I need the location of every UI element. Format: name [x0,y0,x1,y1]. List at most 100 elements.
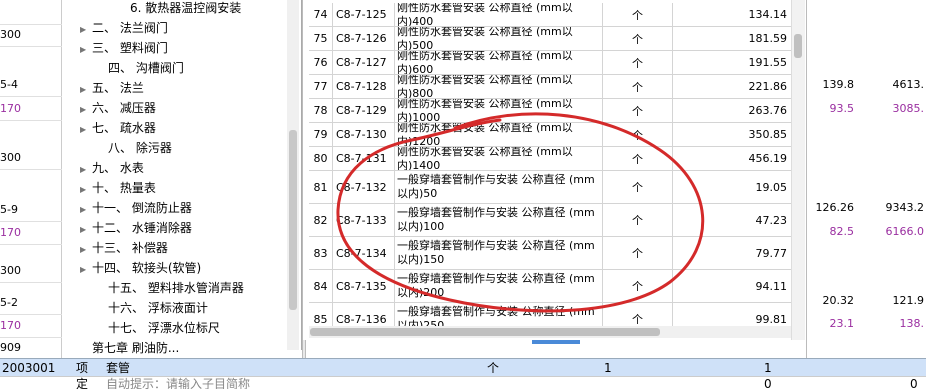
item-qty[interactable]: 1 [604,359,612,377]
right-value-a: 82.5 [829,225,855,238]
tree-node[interactable]: ▶ 三、 塑料阀门 [80,38,168,58]
tree-node[interactable]: ▶ 十三、 补偿器 [80,238,168,258]
tree-node[interactable]: ▶ 二、 法兰阀门 [80,18,168,38]
left-grid-column: 300 5-4 170 300 5-9 170 300 5-2 170 909 [0,0,62,360]
quota-code: C8-7-128 [333,75,395,98]
resize-grip[interactable] [532,340,580,344]
tree-node[interactable]: 6. 散热器温控阀安装 [118,0,241,18]
expand-arrow-icon[interactable]: ▶ [80,20,92,40]
quota-list-hscroll-thumb[interactable] [310,328,660,336]
quota-row[interactable]: 84 C8-7-135 一般穿墙套管制作与安装 公称直径 (mm以内)200 个 94.… [309,270,791,303]
quota-price: 94.11 [755,279,788,293]
expand-arrow-icon[interactable]: ▶ [80,200,92,220]
quota-code: C8-7-132 [333,171,395,203]
tree-node[interactable]: 十六、 浮标液面计 [96,298,208,318]
quota-row[interactable]: 76 C8-7-127 刚性防水套管安装 公称直径 (mm以内)600 个 191.55 [309,51,791,75]
quota-price: 263.76 [748,104,788,117]
right-value-a: 20.32 [822,294,855,307]
row-number: 81 [309,171,333,203]
right-value-a: 23.1 [829,317,855,330]
tree-node[interactable]: ▶ 六、 减压器 [80,98,156,118]
expand-arrow-icon[interactable]: ▶ [80,100,92,120]
sub-item-hint[interactable]: 自动提示：请输入子目简称 [106,377,250,389]
tree-node[interactable]: ▶ 七、 疏水器 [80,118,156,138]
left-cell: 300 [0,258,62,283]
quota-name: 刚性防水套管安装 公称直径 (mm以内)600 [395,51,603,74]
quota-row[interactable]: 77 C8-7-128 刚性防水套管安装 公称直径 (mm以内)800 个 221.86 [309,75,791,99]
row-number: 82 [309,204,333,236]
quota-unit: 个 [603,27,673,50]
row-number: 77 [309,75,333,98]
quota-row[interactable]: 75 C8-7-126 刚性防水套管安装 公称直径 (mm以内)500 个 181.59 [309,27,791,51]
quota-row[interactable]: 79 C8-7-130 刚性防水套管安装 公称直径 (mm以内)1200 个 350.8… [309,123,791,147]
quota-unit: 个 [603,237,673,269]
expand-arrow-icon[interactable]: ▶ [80,120,92,140]
expand-arrow-icon[interactable]: ▶ [80,160,92,180]
quota-row[interactable]: 83 C8-7-134 一般穿墙套管制作与安装 公称直径 (mm以内)150 个 79.… [309,237,791,270]
tree-node[interactable]: ▶ 九、 水表 [80,158,144,178]
tree-node[interactable]: 十五、 塑料排水管消声器 [96,278,244,298]
tree-node[interactable]: 四、 沟槽阀门 [96,58,184,78]
expand-arrow-icon[interactable]: ▶ [80,40,92,60]
row-number: 78 [309,99,333,122]
item-qty-total: 1 [764,361,772,375]
quota-unit: 个 [603,270,673,302]
tree-node[interactable]: ▶ 五、 法兰 [80,78,144,98]
right-cell-row: 20.32 121.9 [806,289,926,314]
left-cell: 170 [0,96,62,121]
quota-chapter-tree[interactable]: 6. 散热器温控阀安装 ▶ 二、 法兰阀门 ▶ 三、 塑料阀门 四、 沟槽阀门 ▶ 五、 法兰… [62,0,302,355]
quota-price: 221.86 [748,80,788,93]
tree-node[interactable]: ▶ 十二、 水锤消除器 [80,218,192,238]
tree-node[interactable]: ▶ 十一、 倒流防止器 [80,198,192,218]
quota-row[interactable]: 80 C8-7-131 刚性防水套管安装 公称直径 (mm以内)1400 个 456.1… [309,147,791,171]
expand-arrow-icon[interactable]: ▶ [80,240,92,260]
tree-node[interactable]: 第七章 刷油防... [80,338,179,358]
tree-node-label: 十七、 浮漂水位标尺 [108,321,220,335]
quota-row[interactable]: 74 C8-7-125 刚性防水套管安装 公称直径 (mm以内)400 个 134.14 [309,3,791,27]
quota-row[interactable]: 81 C8-7-132 一般穿墙套管制作与安装 公称直径 (mm以内)50 个 19.0… [309,171,791,204]
left-cell: 5-2 [0,290,62,315]
expand-arrow-icon[interactable]: ▶ [80,80,92,100]
quota-code: C8-7-127 [333,51,395,74]
tree-node[interactable]: 十七、 浮漂水位标尺 [96,318,220,338]
quota-name: 刚性防水套管安装 公称直径 (mm以内)800 [395,75,603,98]
item-code: 2003001 [2,361,56,375]
quota-price: 134.14 [748,8,788,21]
tree-scrollbar-thumb[interactable] [289,130,297,310]
right-value-a: 139.8 [822,78,855,91]
tree-node-label: 第七章 刷油防... [92,341,180,355]
tree-node-label: 六、 减压器 [92,101,156,115]
tree-node[interactable]: ▶ 十四、 软接头(软管) [80,258,201,278]
tree-node[interactable]: 八、 除污器 [96,138,172,158]
right-cell-row: 23.1 138. [806,312,926,337]
quota-name: 刚性防水套管安装 公称直径 (mm以内)400 [395,3,603,26]
tree-node-label: 二、 法兰阀门 [92,21,168,35]
quota-unit: 个 [603,3,673,26]
quota-code: C8-7-131 [333,147,395,170]
tree-node-label: 6. 散热器温控阀安装 [130,1,242,15]
item-type: 项 [76,361,89,375]
tree-node-label: 十六、 浮标液面计 [108,301,208,315]
sub-item-row[interactable]: 定 自动提示：请输入子目简称 0 0 [0,376,926,389]
quota-name: 刚性防水套管安装 公称直径 (mm以内)500 [395,27,603,50]
tree-node-label: 三、 塑料阀门 [92,41,168,55]
quota-code: C8-7-125 [333,3,395,26]
quota-row[interactable]: 82 C8-7-133 一般穿墙套管制作与安装 公称直径 (mm以内)100 个 47.… [309,204,791,237]
quota-name: 一般穿墙套管制作与安装 公称直径 (mm以内)150 [395,237,603,269]
item-name[interactable]: 套管 [106,359,130,377]
quota-name: 刚性防水套管安装 公称直径 (mm以内)1200 [395,123,603,146]
quota-name: 刚性防水套管安装 公称直径 (mm以内)1000 [395,99,603,122]
tree-node-label: 十三、 补偿器 [92,241,168,255]
selected-item-row[interactable]: 2003001 项 套管 个 1 1 [0,358,926,376]
expand-arrow-icon[interactable]: ▶ [80,180,92,200]
left-cell: 300 [0,145,62,170]
row-number: 83 [309,237,333,269]
expand-arrow-icon[interactable]: ▶ [80,220,92,240]
expand-arrow-icon[interactable]: ▶ [80,260,92,280]
left-cell: 300 [0,22,62,47]
right-value-b: 121.9 [892,294,925,307]
right-cell-row: 93.5 3085. [806,97,926,122]
quota-row[interactable]: 78 C8-7-129 刚性防水套管安装 公称直径 (mm以内)1000 个 263.7… [309,99,791,123]
quota-list-scrollbar-thumb[interactable] [794,34,802,58]
tree-node[interactable]: ▶ 十、 热量表 [80,178,156,198]
